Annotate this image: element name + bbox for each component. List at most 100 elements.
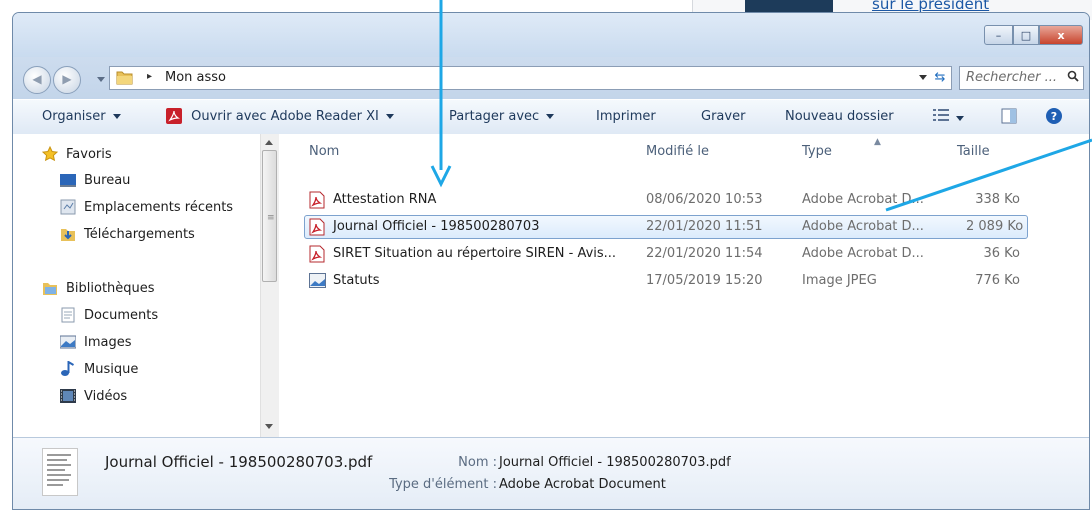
sidebar-item-emplacements-recents[interactable]: Emplacements récents [60,199,233,215]
address-bar[interactable]: ▸ Mon asso ⇆ [109,66,952,90]
documents-icon [61,307,75,323]
videos-icon [60,389,76,403]
table-row[interactable]: Statuts 17/05/2019 15:20 Image JPEG 776 … [304,269,1028,293]
recent-places-icon [60,199,76,215]
sidebar-item-label: Musique [84,361,139,377]
table-row-selected[interactable]: Journal Officiel - 198500280703 22/01/20… [304,215,1028,239]
details-pane: Journal Officiel - 198500280703.pdf Nom … [13,437,1089,509]
view-list-icon [933,109,949,121]
explorer-window: – □ x ◀ ▶ ▸ Mon asso ⇆ Rechercher ... Or… [12,12,1090,510]
open-with-label: Ouvrir avec Adobe Reader XI [191,108,379,124]
burn-button[interactable]: Graver [701,109,745,124]
breadcrumb-mon-asso[interactable]: Mon asso [165,70,226,85]
organize-label: Organiser [42,109,106,124]
title-bar: – □ x [13,13,1089,57]
sidebar-item-label: Bureau [84,172,131,188]
file-size: 2 089 Ko [966,219,1024,234]
sidebar-item-bureau[interactable]: Bureau [60,172,130,188]
downloads-icon [61,229,75,241]
sidebar-item-musique[interactable]: Musique [60,361,138,377]
table-row[interactable]: Attestation RNA 08/06/2020 10:53 Adobe A… [304,188,1028,212]
search-icon[interactable] [1067,70,1079,82]
sidebar-item-videos[interactable]: Vidéos [60,388,127,404]
sidebar-item-bibliotheques[interactable]: Bibliothèques [42,280,155,296]
sidebar-item-label: Documents [84,307,159,323]
pdf-icon [309,218,325,236]
preview-pane-icon [1001,108,1017,124]
star-icon [42,146,58,162]
chevron-down-icon [546,114,555,119]
sidebar-item-label: Emplacements récents [84,199,234,215]
file-modified: 08/06/2020 10:53 [646,192,763,207]
maximize-button[interactable]: □ [1013,25,1039,45]
chevron-down-icon [385,113,394,119]
file-name: SIRET Situation au répertoire SIREN - Av… [333,246,617,261]
share-button[interactable]: Partager avec [449,109,555,124]
command-bar: Organiser Ouvrir avec Adobe Reader XI Pa… [13,99,1089,135]
folder-icon [116,71,133,85]
back-button[interactable]: ◀ [23,66,51,94]
sidebar-item-documents[interactable]: Documents [60,307,158,323]
forward-button[interactable]: ▶ [53,66,81,94]
new-folder-button[interactable]: Nouveau dossier [785,109,894,124]
pdf-icon [309,191,325,209]
recent-pages-dropdown[interactable] [97,77,105,82]
help-button[interactable]: ? [1045,107,1063,129]
file-modified: 22/01/2020 11:51 [646,219,763,234]
adobe-reader-icon [166,108,182,124]
address-dropdown-icon[interactable] [919,75,927,80]
file-type: Image JPEG [802,273,877,288]
file-list-pane: Nom Modifié le Type ▲ Taille Attestation… [280,134,1089,437]
sidebar-scrollbar[interactable]: ≡ [260,134,279,437]
file-type: Adobe Acrobat D... [802,219,924,234]
file-size: 776 Ko [975,273,1020,288]
view-options-button[interactable] [933,108,964,126]
sidebar-item-label: Images [84,334,132,350]
sidebar-item-label: Vidéos [84,388,128,404]
minimize-button[interactable]: – [984,25,1013,45]
pdf-icon [309,245,325,263]
sidebar-item-images[interactable]: Images [60,334,132,350]
file-name: Journal Officiel - 198500280703 [333,219,540,234]
column-header-name[interactable]: Nom [309,144,339,159]
details-name-value: Journal Officiel - 198500280703.pdf [499,455,731,470]
image-icon [309,273,326,288]
chevron-down-icon [956,116,964,121]
file-name: Statuts [333,273,380,288]
file-type: Adobe Acrobat D... [802,192,924,207]
file-size: 36 Ko [983,246,1020,261]
refresh-icon[interactable]: ⇆ [931,69,949,87]
scrollbar-thumb[interactable]: ≡ [262,150,277,282]
sidebar-item-label: Bibliothèques [66,280,155,296]
scroll-up-icon[interactable] [265,140,273,145]
navigation-pane: Favoris Bureau Emplacements récents Télé… [13,134,280,437]
sidebar-item-telechargements[interactable]: Téléchargements [60,226,195,242]
open-with-button[interactable]: Ouvrir avec Adobe Reader XI [165,107,394,125]
table-row[interactable]: SIRET Situation au répertoire SIREN - Av… [304,242,1028,266]
column-header-size[interactable]: Taille [957,144,990,159]
file-size: 338 Ko [975,192,1020,207]
breadcrumb-separator-icon[interactable]: ▸ [147,71,152,82]
close-button[interactable]: x [1039,25,1083,45]
search-input[interactable]: Rechercher ... [959,66,1084,90]
file-modified: 17/05/2019 15:20 [646,273,763,288]
search-placeholder: Rechercher ... [966,70,1058,85]
desktop-icon [60,174,76,187]
back-arrow-icon: ◀ [32,72,42,86]
column-header-type[interactable]: Type [802,144,832,159]
print-button[interactable]: Imprimer [596,109,656,124]
file-name: Attestation RNA [333,192,437,207]
details-type-value: Adobe Acrobat Document [499,477,666,492]
address-row: ◀ ▶ ▸ Mon asso ⇆ Rechercher ... [13,57,1089,99]
preview-pane-button[interactable] [1001,108,1017,128]
column-header-modified[interactable]: Modifié le [646,144,709,159]
details-filename: Journal Officiel - 198500280703.pdf [105,453,373,471]
sidebar-item-label: Favoris [66,146,112,162]
organize-button[interactable]: Organiser [42,109,121,124]
sidebar-item-favoris[interactable]: Favoris [42,146,112,162]
sidebar-item-label: Téléchargements [84,226,195,242]
grip-icon: ≡ [267,213,275,223]
scroll-down-icon[interactable] [265,424,273,429]
libraries-icon [43,283,57,295]
details-name-label: Nom : [458,455,497,470]
